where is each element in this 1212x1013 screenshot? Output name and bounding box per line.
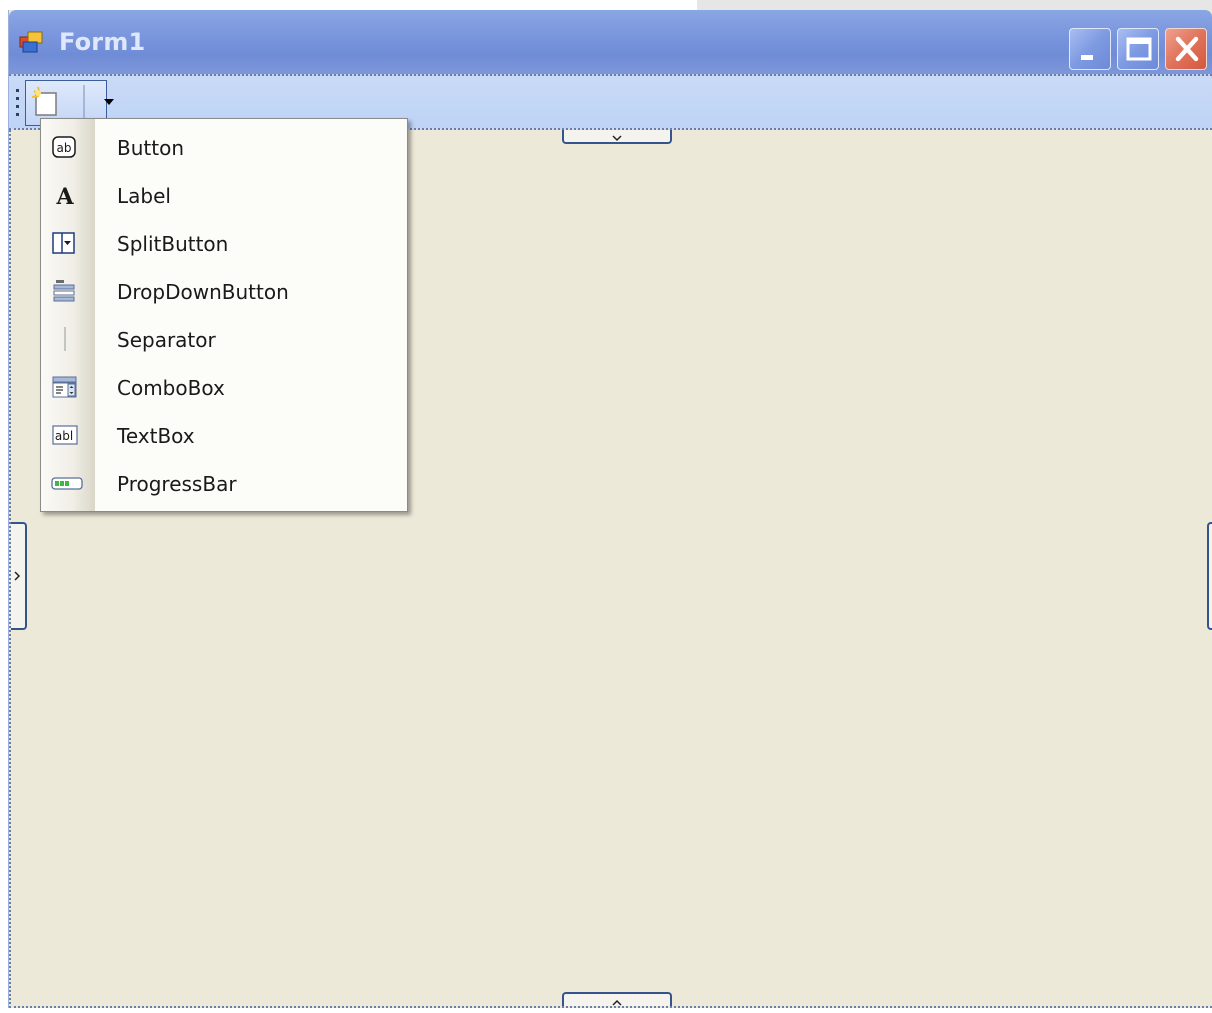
split-button-icon — [51, 231, 79, 255]
svg-text:A: A — [55, 184, 74, 207]
separator-icon — [51, 327, 79, 357]
menu-item-label: Button — [117, 136, 184, 160]
menu-item-dropdownbutton[interactable]: DropDownButton — [41, 267, 407, 315]
top-expand-tab[interactable] — [562, 130, 672, 144]
menu-item-label: ProgressBar — [117, 472, 237, 496]
menu-item-label: SplitButton — [117, 232, 229, 256]
bottom-expand-tab[interactable] — [562, 992, 672, 1006]
combobox-icon — [51, 375, 79, 399]
left-expand-tab[interactable] — [11, 522, 27, 630]
title-bar[interactable]: Form1 — [9, 10, 1212, 74]
toolstrip-grip-icon[interactable] — [15, 88, 21, 118]
close-icon — [1175, 36, 1199, 62]
button-icon: ab — [51, 135, 79, 159]
progressbar-icon — [51, 471, 83, 495]
menu-item-textbox[interactable]: abl TextBox — [41, 411, 407, 459]
menu-item-button[interactable]: ab Button — [41, 123, 407, 171]
menu-item-separator[interactable]: Separator — [41, 315, 407, 363]
svg-text:ab: ab — [57, 141, 72, 155]
maximize-button[interactable] — [1117, 28, 1159, 70]
form-app-icon — [19, 30, 45, 54]
right-expand-tab[interactable] — [1207, 522, 1212, 630]
label-icon: A — [51, 183, 79, 210]
menu-item-combobox[interactable]: ComboBox — [41, 363, 407, 411]
chevron-right-icon — [14, 571, 21, 581]
menu-item-label: ComboBox — [117, 376, 225, 400]
chevron-down-icon — [104, 99, 114, 105]
window-title: Form1 — [59, 28, 146, 56]
menu-item-label: DropDownButton — [117, 280, 289, 304]
dropdown-button-icon — [51, 279, 79, 303]
background-strip — [697, 0, 1212, 10]
minimize-icon — [1081, 55, 1093, 60]
svg-text:abl: abl — [55, 429, 73, 443]
menu-item-label: TextBox — [117, 424, 195, 448]
close-button[interactable] — [1165, 28, 1207, 70]
add-item-dropdown-menu: ab Button A Label SplitButton DropDownBu… — [40, 118, 408, 512]
maximize-icon — [1126, 37, 1152, 61]
minimize-button[interactable] — [1069, 28, 1111, 70]
chevron-down-icon — [612, 135, 622, 142]
textbox-icon: abl — [51, 423, 79, 447]
menu-item-label-control[interactable]: A Label — [41, 171, 407, 219]
chevron-up-icon — [612, 999, 622, 1006]
menu-item-splitbutton[interactable]: SplitButton — [41, 219, 407, 267]
menu-item-label: Separator — [117, 328, 216, 352]
menu-item-label: Label — [117, 184, 171, 208]
menu-item-progressbar[interactable]: ProgressBar — [41, 459, 407, 507]
